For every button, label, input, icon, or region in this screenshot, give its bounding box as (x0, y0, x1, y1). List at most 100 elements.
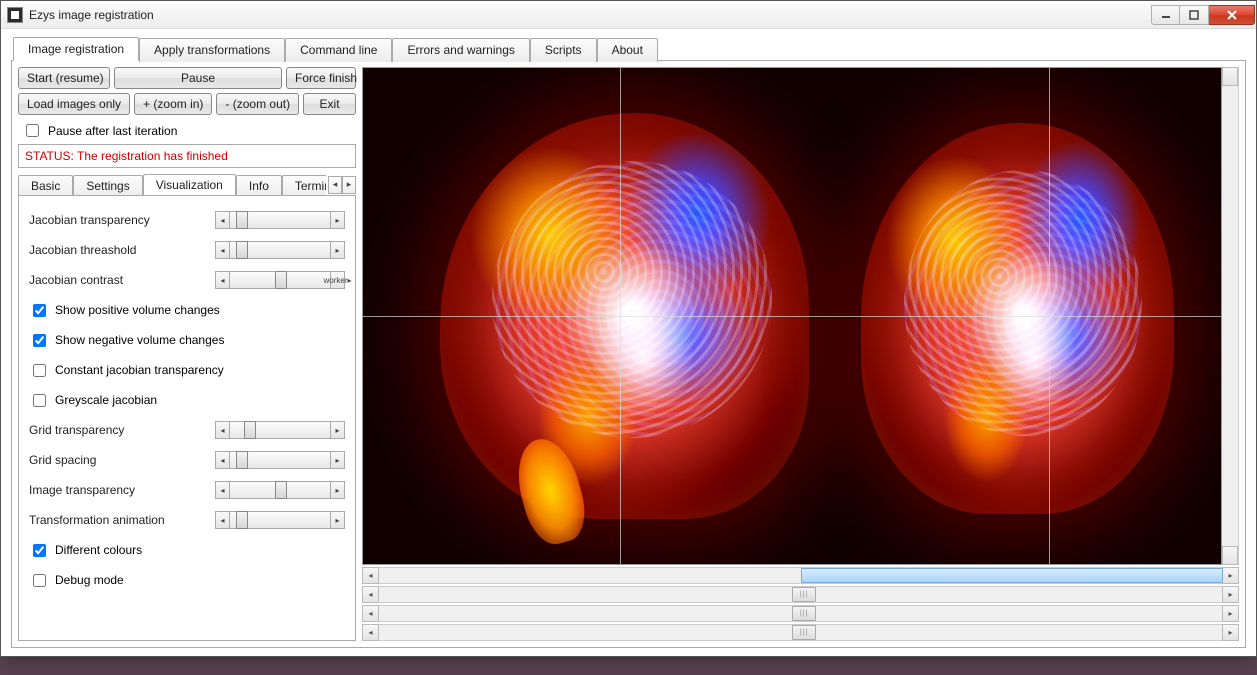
brain-coronal-view (861, 123, 1174, 515)
subtab-label: Basic (31, 179, 60, 193)
image-transparency-label: Image transparency (29, 483, 215, 497)
tab-image-registration[interactable]: Image registration (13, 37, 139, 61)
slider-thumb[interactable] (236, 511, 248, 529)
app-icon (7, 7, 23, 23)
slider-inc-icon[interactable]: worker▸ (330, 272, 344, 288)
slider-dec-icon[interactable]: ◂ (216, 482, 230, 498)
slice-slider-1[interactable]: ◂ ▸ (362, 586, 1239, 603)
scrollbar-thumb[interactable] (801, 568, 1224, 583)
app-window: Ezys image registration Image registrati… (0, 0, 1257, 657)
grid-transparency-slider[interactable]: ◂ ▸ (215, 421, 345, 439)
force-finish-button[interactable]: Force finish (286, 67, 356, 89)
slider-dec-icon[interactable]: ◂ (216, 452, 230, 468)
slider-thumb[interactable] (236, 241, 248, 259)
jacobian-contrast-slider[interactable]: ◂ worker▸ (215, 271, 345, 289)
maximize-button[interactable] (1180, 5, 1209, 25)
image-area: ◂ ▸ ◂ ▸ ◂ ▸ ◂ ▸ (362, 67, 1239, 641)
subtab-scroll-left[interactable]: ◂ (328, 176, 342, 194)
scroll-right-icon[interactable]: ▸ (1222, 605, 1239, 622)
slider-inc-icon[interactable]: ▸ (330, 422, 344, 438)
debug-mode-checkbox[interactable] (33, 574, 46, 587)
scroll-left-icon[interactable]: ◂ (362, 605, 379, 622)
show-positive-label: Show positive volume changes (55, 303, 220, 317)
scroll-left-icon[interactable]: ◂ (362, 586, 379, 603)
tab-about[interactable]: About (597, 38, 658, 62)
scroll-right-icon[interactable]: ▸ (1222, 624, 1239, 641)
tab-label: About (612, 43, 643, 57)
pause-after-last-checkbox[interactable] (26, 124, 39, 137)
slider-inc-icon[interactable]: ▸ (330, 242, 344, 258)
subtab-label: Termination (295, 179, 326, 193)
tab-label: Scripts (545, 43, 582, 57)
subtab-info[interactable]: Info (236, 175, 282, 195)
tab-command-line[interactable]: Command line (285, 38, 392, 62)
scroll-right-icon[interactable]: ▸ (1222, 567, 1239, 584)
slider-thumb[interactable] (275, 271, 287, 289)
constant-jacobian-label: Constant jacobian transparency (55, 363, 224, 377)
subtab-visualization[interactable]: Visualization (143, 174, 236, 195)
slider-inc-icon[interactable]: ▸ (330, 452, 344, 468)
subtab-basic[interactable]: Basic (18, 175, 73, 195)
slider-inc-icon[interactable]: ▸ (330, 482, 344, 498)
zoom-in-button[interactable]: + (zoom in) (134, 93, 212, 115)
jacobian-transparency-slider[interactable]: ◂ ▸ (215, 211, 345, 229)
subtab-scroll-right[interactable]: ▸ (342, 176, 356, 194)
greyscale-jacobian-checkbox[interactable] (33, 394, 46, 407)
scroll-left-icon[interactable]: ◂ (362, 624, 379, 641)
titlebar[interactable]: Ezys image registration (1, 1, 1256, 29)
slider-dec-icon[interactable]: ◂ (216, 422, 230, 438)
sub-tabs: Basic Settings Visualization Info Termin… (18, 174, 356, 196)
zoom-out-button[interactable]: - (zoom out) (216, 93, 299, 115)
slice-slider-3[interactable]: ◂ ▸ (362, 624, 1239, 641)
viewport-vertical-scrollbar[interactable] (1222, 67, 1239, 565)
tab-apply-transformations[interactable]: Apply transformations (139, 38, 285, 62)
exit-button[interactable]: Exit (303, 93, 356, 115)
slider-dec-icon[interactable]: ◂ (216, 242, 230, 258)
constant-jacobian-checkbox[interactable] (33, 364, 46, 377)
start-button[interactable]: Start (resume) (18, 67, 110, 89)
different-colours-checkbox[interactable] (33, 544, 46, 557)
tab-scripts[interactable]: Scripts (530, 38, 597, 62)
slider-thumb[interactable] (275, 481, 287, 499)
subtab-settings[interactable]: Settings (73, 175, 142, 195)
scrollbar-thumb[interactable] (792, 606, 816, 621)
grid-spacing-slider[interactable]: ◂ ▸ (215, 451, 345, 469)
image-viewport[interactable] (362, 67, 1222, 565)
load-images-button[interactable]: Load images only (18, 93, 130, 115)
scroll-left-icon[interactable]: ◂ (362, 567, 379, 584)
tab-label: Image registration (28, 42, 124, 56)
slider-inc-icon[interactable]: ▸ (330, 512, 344, 528)
tab-errors-and-warnings[interactable]: Errors and warnings (392, 38, 529, 62)
visualization-panel: Jacobian transparency ◂ ▸ Jacobian threa… (18, 196, 356, 641)
slider-inc-icon[interactable]: ▸ (330, 212, 344, 228)
left-panel: Start (resume) Pause Force finish Load i… (18, 67, 356, 641)
scrollbar-thumb[interactable] (792, 587, 816, 602)
subtab-label: Visualization (156, 178, 223, 192)
transformation-animation-label: Transformation animation (29, 513, 215, 527)
tab-label: Errors and warnings (407, 43, 514, 57)
image-transparency-slider[interactable]: ◂ ▸ (215, 481, 345, 499)
different-colours-label: Different colours (55, 543, 142, 557)
transformation-animation-slider[interactable]: ◂ ▸ (215, 511, 345, 529)
scrollbar-thumb[interactable] (792, 625, 816, 640)
scroll-right-icon[interactable]: ▸ (1222, 586, 1239, 603)
minimize-button[interactable] (1151, 5, 1180, 25)
slider-dec-icon[interactable]: ◂ (216, 512, 230, 528)
greyscale-jacobian-label: Greyscale jacobian (55, 393, 157, 407)
pause-button[interactable]: Pause (114, 67, 282, 89)
jacobian-threshold-slider[interactable]: ◂ ▸ (215, 241, 345, 259)
slider-thumb[interactable] (236, 211, 248, 229)
slider-thumb[interactable] (244, 421, 256, 439)
slider-dec-icon[interactable]: ◂ (216, 272, 230, 288)
close-button[interactable] (1209, 5, 1255, 25)
subtab-label: Settings (86, 179, 129, 193)
slider-thumb[interactable] (236, 451, 248, 469)
slice-slider-2[interactable]: ◂ ▸ (362, 605, 1239, 622)
show-negative-checkbox[interactable] (33, 334, 46, 347)
main-tabs: Image registration Apply transformations… (11, 37, 1246, 61)
viewport-horizontal-scrollbar[interactable]: ◂ ▸ (362, 567, 1239, 584)
jacobian-contrast-label: Jacobian contrast (29, 273, 215, 287)
show-positive-checkbox[interactable] (33, 304, 46, 317)
subtab-termination[interactable]: Termination (282, 175, 326, 195)
slider-dec-icon[interactable]: ◂ (216, 212, 230, 228)
